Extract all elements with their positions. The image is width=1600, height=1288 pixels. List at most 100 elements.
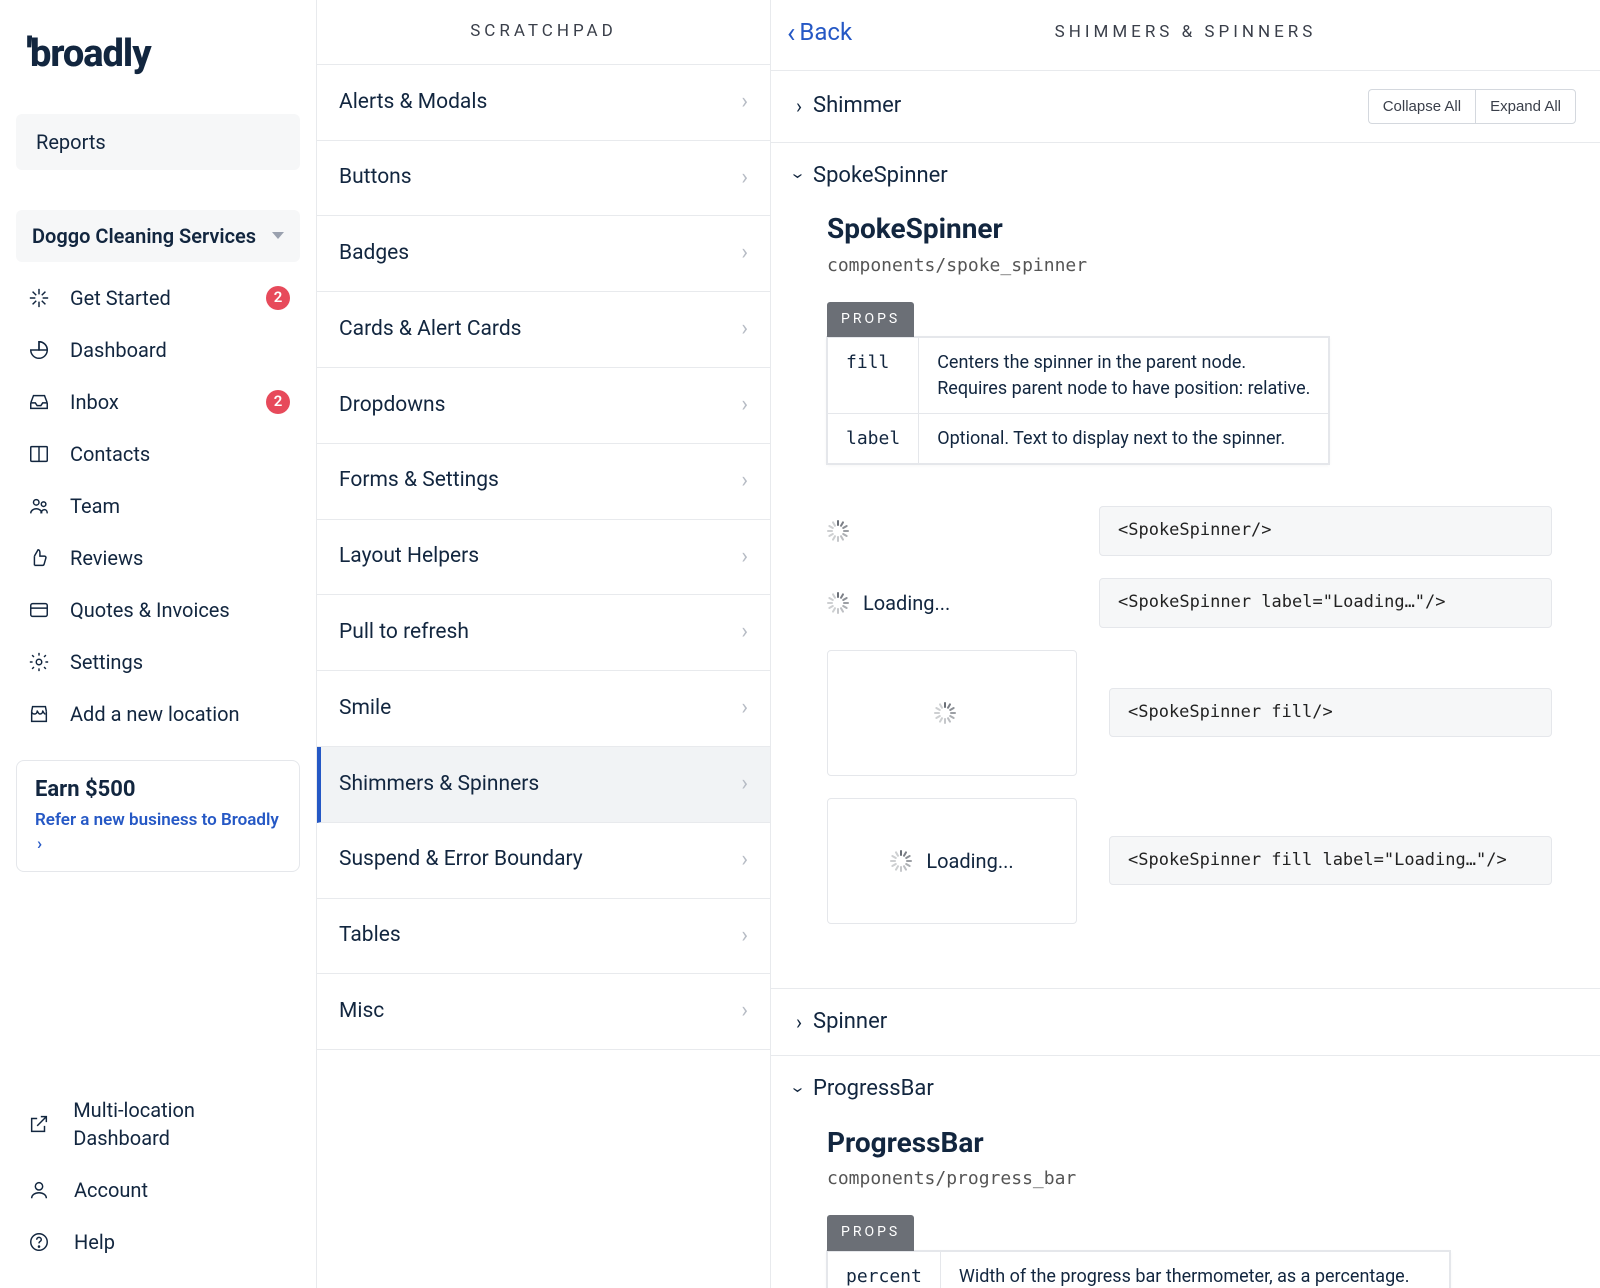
nav-item-inbox[interactable]: Inbox 2 [16, 376, 300, 428]
nav-item-settings[interactable]: Settings [16, 636, 300, 688]
code-snippet: <SpokeSpinner fill label="Loading…"/> [1109, 836, 1552, 886]
chevron-down-icon[interactable]: › [785, 164, 813, 188]
component-path: components/spoke_spinner [827, 253, 1552, 278]
nav-label: Get Started [70, 284, 171, 312]
workspace-name: Doggo Cleaning Services [32, 222, 256, 250]
example-row: <SpokeSpinner/> [827, 506, 1552, 556]
nav-item-quotes-invoices[interactable]: Quotes & Invoices [16, 584, 300, 636]
spoke-spinner-icon [827, 592, 849, 614]
chevron-right-icon: › [741, 87, 748, 118]
example-row: Loading... <SpokeSpinner label="Loading…"… [827, 578, 1552, 628]
chevron-right-icon[interactable]: › [787, 92, 811, 120]
detail-title: SHIMMERS & SPINNERS [771, 21, 1600, 45]
category-tables[interactable]: Tables › [317, 899, 770, 975]
footer-item-account[interactable]: Account [16, 1164, 300, 1216]
pie-icon [26, 337, 52, 363]
category-label: Tables [339, 921, 401, 950]
chevron-right-icon: › [741, 845, 748, 876]
category-smile[interactable]: Smile › [317, 671, 770, 747]
footer-item-help[interactable]: Help [16, 1216, 300, 1268]
section-spinner: › Spinner [771, 989, 1600, 1057]
category-dropdowns[interactable]: Dropdowns › [317, 368, 770, 444]
collapse-all-button[interactable]: Collapse All [1368, 89, 1475, 124]
example-demo [827, 650, 1077, 776]
inbox-icon [26, 389, 52, 415]
category-forms-settings[interactable]: Forms & Settings › [317, 444, 770, 520]
progress-bar-component: ProgressBar components/progress_bar PROP… [787, 1123, 1576, 1288]
detail-header: ‹ Back SHIMMERS & SPINNERS [771, 0, 1600, 71]
category-label: Shimmers & Spinners [339, 770, 539, 799]
referral-earn: Earn $500 [35, 775, 281, 806]
category-misc[interactable]: Misc › [317, 974, 770, 1050]
sparkle-icon [26, 285, 52, 311]
code-snippet: <SpokeSpinner fill/> [1109, 688, 1552, 738]
prop-key: label [828, 413, 919, 463]
nav-item-get-started[interactable]: Get Started 2 [16, 272, 300, 324]
chevron-right-icon: › [741, 238, 748, 269]
category-label: Cards & Alert Cards [339, 315, 522, 344]
category-buttons[interactable]: Buttons › [317, 141, 770, 217]
chevron-right-icon: › [741, 390, 748, 421]
nav-label: Team [70, 492, 120, 520]
category-label: Alerts & Modals [339, 88, 487, 117]
nav-label: Inbox [70, 388, 119, 416]
badge-count: 2 [266, 286, 290, 310]
back-label: Back [799, 16, 852, 50]
category-suspend-error-boundary[interactable]: Suspend & Error Boundary › [317, 823, 770, 899]
footer-nav: Multi-location Dashboard Account Help [16, 1084, 300, 1268]
spoke-spinner-component: SpokeSpinner components/spoke_spinner PR… [787, 209, 1576, 969]
chevron-right-icon: › [741, 769, 748, 800]
category-shimmers-spinners[interactable]: Shimmers & Spinners › [317, 747, 770, 823]
nav-item-reviews[interactable]: Reviews [16, 532, 300, 584]
category-cards-alert-cards[interactable]: Cards & Alert Cards › [317, 292, 770, 368]
category-list: Alerts & Modals ›Buttons ›Badges ›Cards … [317, 64, 770, 1050]
category-label: Forms & Settings [339, 466, 499, 495]
footer-item-multi-location-dashboard[interactable]: Multi-location Dashboard [16, 1084, 300, 1164]
back-button[interactable]: ‹ Back [787, 16, 852, 50]
category-badges[interactable]: Badges › [317, 216, 770, 292]
footer-label: Multi-location Dashboard [73, 1096, 290, 1152]
category-label: Badges [339, 239, 409, 268]
expand-all-button[interactable]: Expand All [1475, 89, 1576, 124]
badge-count: 2 [266, 390, 290, 414]
scratchpad-panel: SCRATCHPAD Alerts & Modals ›Buttons ›Bad… [317, 0, 771, 1288]
category-layout-helpers[interactable]: Layout Helpers › [317, 520, 770, 596]
category-label: Smile [339, 694, 391, 723]
nav-item-contacts[interactable]: Contacts [16, 428, 300, 480]
sidebar: ' broadly Reports Doggo Cleaning Service… [0, 0, 317, 1288]
example-label: Loading... [926, 847, 1013, 875]
example-label: Loading... [863, 589, 950, 617]
card-icon [26, 597, 52, 623]
store-icon [26, 701, 52, 727]
referral-link[interactable]: Refer a new business to Broadly › [35, 809, 281, 857]
chevron-right-icon[interactable]: › [787, 1008, 811, 1036]
person-icon [26, 1177, 52, 1203]
component-title: ProgressBar [827, 1123, 1552, 1162]
category-alerts-modals[interactable]: Alerts & Modals › [317, 65, 770, 141]
section-spinner-label[interactable]: Spinner [813, 1007, 887, 1038]
nav-label: Contacts [70, 440, 150, 468]
nav-item-add-a-new-location[interactable]: Add a new location [16, 688, 300, 740]
nav-item-team[interactable]: Team [16, 480, 300, 532]
nav-item-dashboard[interactable]: Dashboard [16, 324, 300, 376]
book-icon [26, 441, 52, 467]
thumbs-icon [26, 545, 52, 571]
category-pull-to-refresh[interactable]: Pull to refresh › [317, 595, 770, 671]
referral-card[interactable]: Earn $500 Refer a new business to Broadl… [16, 760, 300, 872]
example-row: <SpokeSpinner fill/> [827, 650, 1552, 776]
footer-label: Account [74, 1176, 148, 1204]
props-heading: PROPS [827, 302, 914, 338]
props-table: percent Width of the progress bar thermo… [827, 1251, 1450, 1288]
table-row: fill Centers the spinner in the parent n… [828, 338, 1329, 413]
reports-card[interactable]: Reports [16, 114, 300, 170]
workspace-select[interactable]: Doggo Cleaning Services [16, 210, 300, 262]
example-demo: Loading... [827, 589, 1067, 617]
code-snippet: <SpokeSpinner label="Loading…"/> [1099, 578, 1552, 628]
section-progress-label[interactable]: ProgressBar [813, 1074, 934, 1105]
chevron-down-icon[interactable]: › [785, 1078, 813, 1102]
section-spoke-label[interactable]: SpokeSpinner [813, 161, 948, 192]
chevron-right-icon: › [741, 163, 748, 194]
section-shimmer-label[interactable]: Shimmer [813, 91, 901, 122]
spoke-spinner-icon [827, 520, 849, 542]
nav-label: Reviews [70, 544, 143, 572]
